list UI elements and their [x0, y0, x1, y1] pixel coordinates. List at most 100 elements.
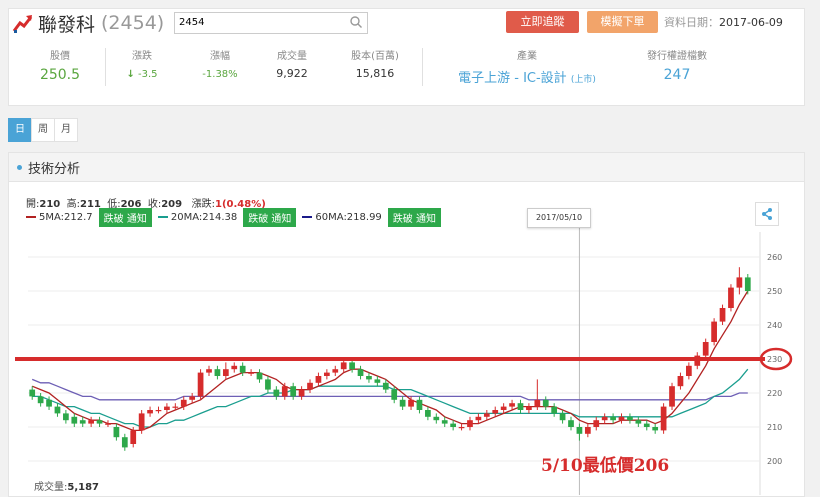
candle-body	[239, 365, 246, 373]
candle-body	[441, 420, 448, 424]
candle-body	[189, 396, 196, 400]
ma5-swatch	[26, 216, 36, 218]
share-icon	[762, 208, 772, 220]
candle-body	[54, 406, 61, 414]
candle-body	[408, 399, 414, 407]
candle-body	[172, 406, 179, 408]
candle-body	[121, 437, 128, 448]
candle-body	[105, 423, 111, 425]
candle-body	[382, 382, 389, 390]
candle-body	[576, 427, 583, 434]
low-price-annotation: 5/10最低價206	[541, 456, 670, 476]
volume-label: 成交量:	[34, 482, 68, 493]
candle-body	[618, 416, 625, 421]
candle-body	[416, 399, 423, 410]
candle-body	[231, 365, 238, 370]
candle-body	[63, 413, 69, 421]
candle-body	[349, 362, 355, 370]
cursor-date-tooltip: 2017/05/10	[527, 208, 591, 228]
candle-body	[719, 308, 726, 322]
candle-body	[728, 287, 734, 308]
candle-body	[517, 403, 524, 410]
y-tick-label: 250	[767, 287, 782, 296]
share-button[interactable]	[755, 202, 779, 226]
candle-body	[584, 427, 591, 434]
ma-legend: 5MA:212.7 跌破 通知 20MA:214.38 跌破 通知 60MA:2…	[26, 207, 447, 227]
ma20-swatch	[157, 216, 168, 218]
candle-body	[677, 376, 684, 387]
ma60-notify-button[interactable]: 跌破 通知	[387, 207, 441, 227]
candle-body	[601, 416, 608, 421]
candle-body	[551, 406, 558, 414]
candle-body	[340, 362, 347, 370]
candle-body	[290, 386, 297, 397]
candle-body	[399, 399, 406, 407]
candle-body	[534, 399, 541, 407]
candle-body	[281, 386, 288, 397]
candle-body	[29, 389, 36, 397]
candle-body	[138, 413, 145, 431]
candle-body	[88, 420, 95, 424]
candle-body	[492, 410, 499, 414]
candle-body	[568, 420, 574, 427]
candle-body	[79, 420, 86, 424]
ma60-item: 60MA:218.99 跌破 通知	[302, 207, 441, 227]
candle-body	[180, 399, 187, 407]
volume-readout: 成交量:5,187	[34, 478, 99, 493]
candle-body	[357, 369, 364, 376]
ma20-label: 20MA:214.38	[170, 211, 238, 223]
candle-body	[206, 369, 212, 373]
candle-body	[248, 372, 254, 374]
candle-body	[366, 376, 372, 380]
candle-body	[307, 382, 313, 390]
candle-body	[197, 372, 204, 397]
candle-body	[702, 342, 709, 356]
candle-body	[509, 403, 515, 407]
candle-body	[71, 416, 78, 424]
ma60-label: 60MA:218.99	[315, 211, 382, 223]
candle-body	[155, 410, 162, 412]
candle-body	[526, 406, 532, 410]
candle-body	[332, 369, 339, 373]
candle-body	[685, 365, 692, 376]
candle-body	[660, 406, 667, 431]
candle-body	[475, 416, 482, 421]
candle-body	[37, 396, 44, 404]
candle-body	[265, 379, 271, 390]
candle-body	[164, 406, 170, 410]
candle-body	[256, 372, 263, 380]
candle-body	[147, 410, 153, 414]
candle-body	[458, 427, 465, 429]
candle-body	[433, 416, 440, 421]
candle-body	[467, 420, 473, 427]
volume-value: 5,187	[67, 482, 100, 493]
ma20-notify-button[interactable]: 跌破 通知	[243, 207, 297, 227]
candle-body	[391, 389, 398, 400]
y-tick-label: 200	[767, 457, 782, 466]
candle-body	[298, 389, 305, 397]
candle-body	[593, 420, 600, 427]
candle-body	[711, 321, 717, 342]
candle-body	[46, 399, 52, 407]
candle-body	[652, 427, 659, 431]
candle-body	[425, 410, 431, 417]
candle-body	[315, 376, 322, 383]
y-tick-label: 260	[767, 253, 782, 262]
ma20-item: 20MA:214.38 跌破 通知	[157, 207, 297, 227]
candle-body	[736, 277, 743, 288]
candle-body	[222, 369, 229, 376]
ma60-swatch	[302, 216, 313, 218]
candle-body	[96, 420, 103, 424]
candle-body	[744, 277, 751, 291]
candle-body	[669, 386, 675, 407]
candle-body	[627, 416, 633, 421]
candle-body	[635, 420, 642, 424]
y-tick-label: 240	[767, 321, 782, 330]
price-chart[interactable]: 200 210 220 230 240 250 260	[0, 0, 820, 495]
ma5-item: 5MA:212.7 跌破 通知	[26, 207, 152, 227]
candle-body	[483, 413, 490, 417]
y-tick-label: 220	[767, 389, 782, 398]
ma5-notify-button[interactable]: 跌破 通知	[98, 207, 152, 227]
candle-body	[559, 413, 566, 421]
candle-body	[450, 423, 457, 427]
